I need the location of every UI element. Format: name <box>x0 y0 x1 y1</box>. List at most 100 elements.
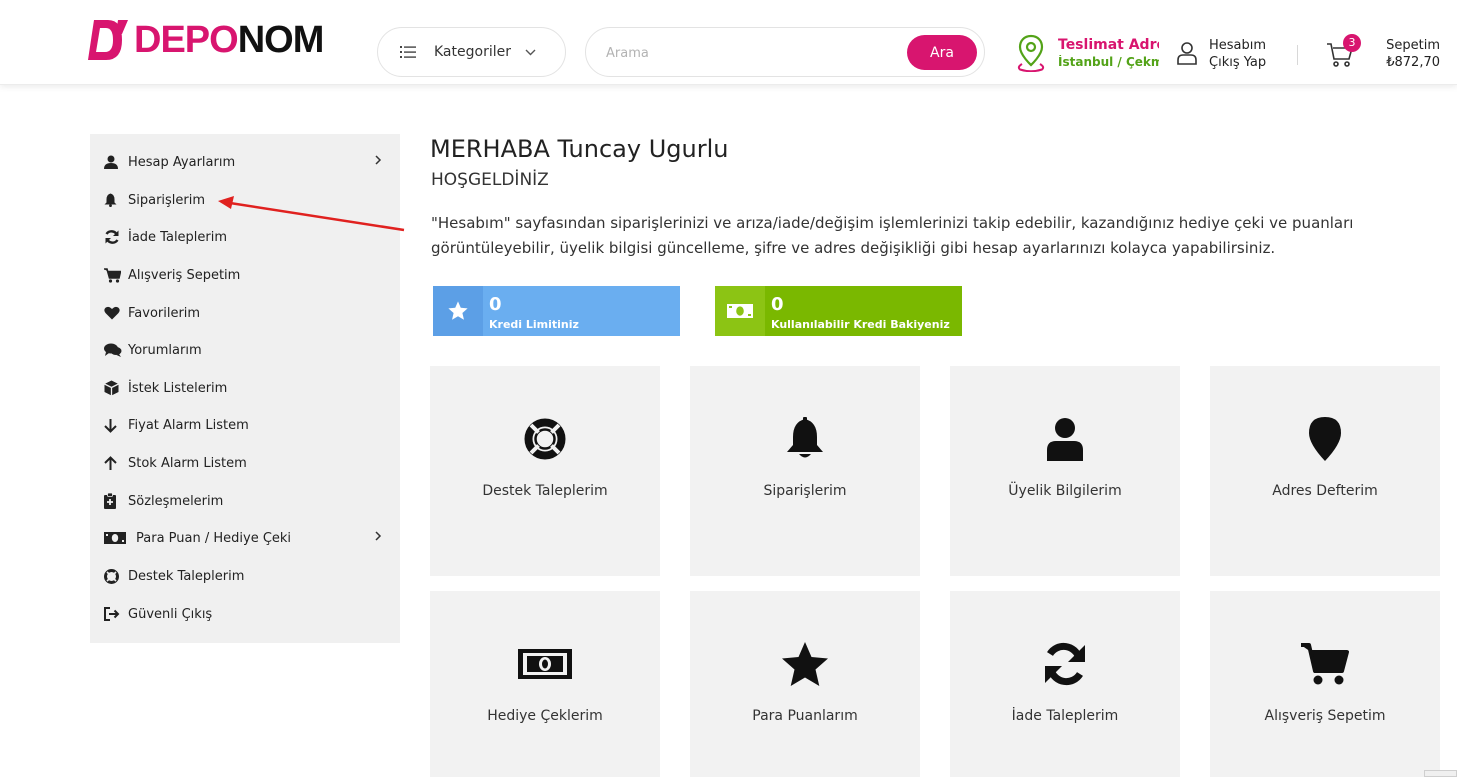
card-address-book[interactable]: Adres Defterim <box>1210 366 1440 576</box>
logout-link[interactable]: Çıkış Yap <box>1209 55 1266 70</box>
user-icon <box>950 416 1180 462</box>
sidebar-item-label: Siparişlerim <box>128 192 206 208</box>
arrow-up-icon <box>104 455 126 471</box>
card-label: Destek Taleplerim <box>482 483 608 499</box>
sidebar-item-account-settings[interactable]: Hesap Ayarlarım <box>90 144 400 180</box>
lifering-icon <box>104 568 126 584</box>
sidebar-item-label: Destek Taleplerim <box>128 568 245 584</box>
search-input[interactable] <box>606 42 896 64</box>
list-icon <box>400 46 416 58</box>
map-pin-icon <box>1210 416 1440 462</box>
card-return-requests[interactable]: İade Taleplerim <box>950 591 1180 777</box>
card-label: Üyelik Bilgilerim <box>1008 483 1122 499</box>
cart-button[interactable]: 3 Sepetim ₺872,70 <box>1326 34 1446 74</box>
cart-count-badge: 3 <box>1343 34 1361 52</box>
heart-icon <box>104 306 126 320</box>
user-outline-icon <box>1177 42 1197 65</box>
star-icon <box>690 641 920 687</box>
card-money-points[interactable]: Para Puanlarım <box>690 591 920 777</box>
money-icon <box>104 532 134 544</box>
clipboard-icon <box>104 493 126 509</box>
star-icon <box>433 286 483 336</box>
delivery-address[interactable]: Teslimat Adresi İstanbul / Çekmeköy <box>1016 34 1161 74</box>
account-sidebar: Hesap Ayarlarım Siparişlerim İade Talepl… <box>90 134 400 643</box>
account-menu[interactable]: Hesabım Çıkış Yap <box>1176 36 1286 72</box>
sidebar-item-support[interactable]: Destek Taleplerim <box>90 558 400 594</box>
comments-icon <box>104 343 126 357</box>
logo-text: DEPONOM <box>134 18 325 62</box>
chevron-down-icon <box>525 49 536 55</box>
user-icon <box>104 155 126 169</box>
search-bar: Ara <box>585 27 985 77</box>
header-divider <box>1297 45 1298 65</box>
search-button[interactable]: Ara <box>907 35 977 70</box>
sidebar-item-reviews[interactable]: Yorumlarım <box>90 332 400 368</box>
refresh-icon <box>104 229 126 245</box>
intro-text: "Hesabım" sayfasından siparişlerinizi ve… <box>431 214 1354 257</box>
sidebar-item-label: Sözleşmelerim <box>128 493 224 509</box>
credit-limit-label: Kredi Limitiniz <box>489 318 579 331</box>
available-credit-value: 0 <box>771 294 784 315</box>
sidebar-item-label: Güvenli Çıkış <box>128 606 213 622</box>
delivery-location: İstanbul / Çekmeköy <box>1058 55 1159 69</box>
card-support-requests[interactable]: Destek Taleplerim <box>430 366 660 576</box>
logo-mark-icon <box>88 20 128 60</box>
card-label: Siparişlerim <box>763 483 847 499</box>
logo-text-depo: DEPO <box>134 18 239 61</box>
site-logo[interactable]: DEPONOM <box>88 16 325 64</box>
sidebar-item-label: Stok Alarm Listem <box>128 455 247 471</box>
sidebar-item-label: Hesap Ayarlarım <box>128 154 236 170</box>
card-membership-info[interactable]: Üyelik Bilgilerim <box>950 366 1180 576</box>
cart-icon <box>1210 641 1440 687</box>
sidebar-item-logout[interactable]: Güvenli Çıkış <box>90 596 400 632</box>
sidebar-item-stock-alarms[interactable]: Stok Alarm Listem <box>90 445 400 481</box>
categories-label: Kategoriler <box>434 44 511 60</box>
sidebar-item-contracts[interactable]: Sözleşmelerim <box>90 483 400 519</box>
lifering-icon <box>430 416 660 462</box>
sidebar-item-wishlists[interactable]: İstek Listelerim <box>90 370 400 406</box>
logo-text-nom: NOM <box>237 18 325 61</box>
card-label: Hediye Çeklerim <box>487 708 603 724</box>
sidebar-item-price-alarms[interactable]: Fiyat Alarm Listem <box>90 407 400 443</box>
card-label: Adres Defterim <box>1272 483 1378 499</box>
money-icon <box>715 286 765 336</box>
arrow-down-icon <box>104 418 126 433</box>
sidebar-item-cart[interactable]: Alışveriş Sepetim <box>90 257 400 293</box>
sidebar-item-label: Alışveriş Sepetim <box>128 267 241 283</box>
sidebar-item-orders[interactable]: Siparişlerim <box>90 182 400 218</box>
sidebar-item-label: Para Puan / Hediye Çeki <box>136 530 292 546</box>
location-pin-icon <box>1017 34 1045 72</box>
site-header: DEPONOM Kategoriler Ara Teslimat Adresi … <box>0 0 1457 85</box>
chevron-right-icon <box>375 155 382 165</box>
bell-icon <box>104 193 126 207</box>
sidebar-item-label: İade Taleplerim <box>128 229 228 245</box>
categories-button[interactable]: Kategoriler <box>377 27 566 77</box>
sidebar-item-label: Fiyat Alarm Listem <box>128 417 249 433</box>
bell-icon <box>690 416 920 462</box>
card-orders[interactable]: Siparişlerim <box>690 366 920 576</box>
available-credit-box: 0 Kullanılabilir Kredi Bakiyeniz <box>715 286 962 336</box>
sidebar-item-returns[interactable]: İade Taleplerim <box>90 219 400 255</box>
refresh-icon <box>950 641 1180 687</box>
sidebar-item-label: İstek Listelerim <box>128 380 228 396</box>
cart-label: Sepetim <box>1386 38 1440 53</box>
card-label: Para Puanlarım <box>752 708 858 724</box>
account-link[interactable]: Hesabım <box>1209 38 1266 53</box>
credit-limit-box: 0 Kredi Limitiniz <box>433 286 680 336</box>
credit-limit-value: 0 <box>489 294 502 315</box>
greeting-title: MERHABA Tuncay Ugurlu <box>430 135 729 163</box>
card-label: Alışveriş Sepetim <box>1264 708 1386 724</box>
welcome-subtitle: HOŞGELDİNİZ <box>431 170 549 190</box>
logout-icon <box>104 607 126 621</box>
sidebar-item-favorites[interactable]: Favorilerim <box>90 295 400 331</box>
card-shopping-cart[interactable]: Alışveriş Sepetim <box>1210 591 1440 777</box>
card-gift-checks[interactable]: Hediye Çeklerim <box>430 591 660 777</box>
sidebar-item-label: Favorilerim <box>128 305 201 321</box>
box-icon <box>104 380 126 396</box>
chevron-right-icon <box>375 531 382 541</box>
available-credit-label: Kullanılabilir Kredi Bakiyeniz <box>771 318 950 331</box>
sidebar-item-label: Yorumlarım <box>128 342 202 358</box>
cart-icon <box>104 267 126 283</box>
sidebar-item-points-giftcards[interactable]: Para Puan / Hediye Çeki <box>90 520 400 556</box>
card-label: İade Taleplerim <box>1011 708 1119 724</box>
